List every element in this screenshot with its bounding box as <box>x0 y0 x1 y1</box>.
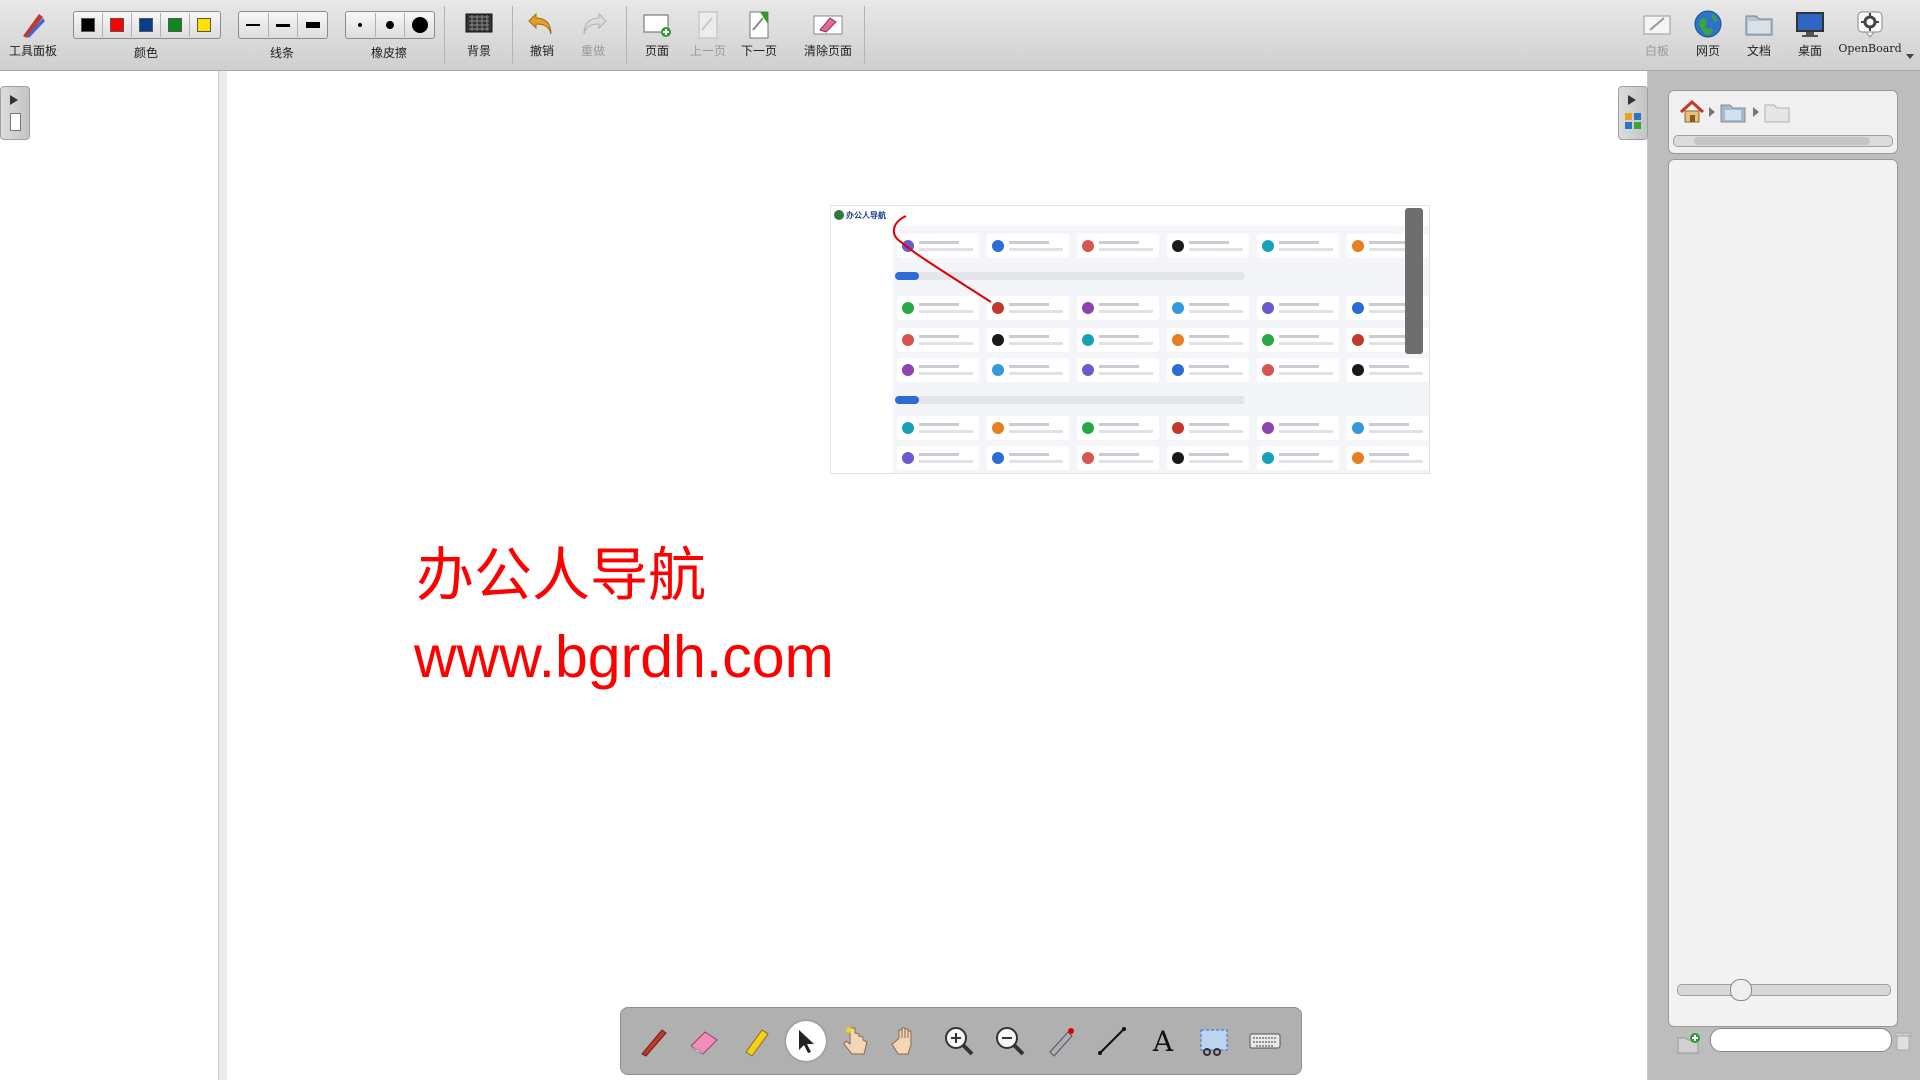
red-annotation-stroke <box>892 215 992 303</box>
redo-arrow-icon <box>577 8 609 40</box>
text-icon: A <box>1152 1024 1174 1058</box>
color-red-button[interactable] <box>103 13 132 37</box>
left-panel-toggle[interactable] <box>0 86 30 140</box>
cursor-arrow-icon <box>799 1030 814 1053</box>
laser-pointer-button[interactable] <box>1041 1021 1081 1061</box>
left-library-panel <box>0 71 219 1080</box>
eraser-large-button[interactable] <box>405 13 434 37</box>
screenshot-floating-toolbar <box>1405 208 1423 354</box>
trash-icon[interactable] <box>1893 1030 1913 1052</box>
laser-pointer-icon <box>1049 1028 1074 1057</box>
library-navigation <box>1668 90 1898 154</box>
web-mode-button[interactable]: 网页 <box>1684 0 1732 70</box>
whiteboard-mode-button[interactable]: 白板 <box>1633 0 1681 70</box>
breadcrumb-arrow-icon <box>1753 107 1759 117</box>
line-width-group <box>238 11 328 39</box>
whiteboard-icon <box>1641 8 1673 40</box>
stylus-palette: A <box>620 1007 1302 1075</box>
previous-page-button[interactable]: 上一页 <box>684 0 732 70</box>
add-folder-icon[interactable] <box>1676 1032 1700 1056</box>
embedded-website-screenshot[interactable]: 办公人导航 <box>830 205 1430 474</box>
library-search-input[interactable] <box>1710 1028 1892 1052</box>
line-tool-button[interactable] <box>1092 1021 1132 1061</box>
settings-gear-icon <box>1854 8 1886 40</box>
hand-icon <box>891 1027 912 1055</box>
next-page-icon <box>743 8 775 40</box>
eraser-tool-button[interactable] <box>684 1021 724 1061</box>
folder-icon <box>1743 8 1775 40</box>
expand-arrow-icon <box>1628 95 1636 105</box>
line-icon <box>1098 1027 1126 1055</box>
previous-page-icon <box>692 8 724 40</box>
empty-folder-icon[interactable] <box>1763 99 1791 125</box>
monitor-icon <box>1794 8 1826 40</box>
line-thick-button[interactable] <box>298 13 327 37</box>
breadcrumb-scrollbar[interactable] <box>1673 135 1893 147</box>
pen-tools-icon <box>17 8 49 40</box>
zoom-out-icon <box>996 1027 1025 1056</box>
zoom-in-button[interactable] <box>939 1021 979 1061</box>
right-panel-toggle[interactable] <box>1618 86 1648 140</box>
next-page-button[interactable]: 下一页 <box>735 0 783 70</box>
library-grid-icon <box>1625 113 1641 129</box>
globe-icon <box>1692 8 1724 40</box>
clear-page-button[interactable]: 清除页面 <box>797 0 859 70</box>
right-library-panel <box>1648 71 1920 1080</box>
marker-tool-button[interactable] <box>735 1021 775 1061</box>
eraser-icon <box>690 1031 718 1055</box>
keyboard-icon <box>1249 1033 1281 1049</box>
expand-arrow-icon <box>10 95 18 105</box>
background-button[interactable]: 背景 <box>455 0 503 70</box>
thumbnail-size-slider[interactable] <box>1677 979 1891 1001</box>
new-page-button[interactable]: 页面 <box>633 0 681 70</box>
page-thumbnails-icon <box>10 113 21 131</box>
capture-tool-button[interactable] <box>1194 1021 1234 1061</box>
add-page-icon <box>641 8 673 40</box>
color-yellow-button[interactable] <box>190 13 218 37</box>
selector-tool-button[interactable] <box>786 1021 826 1061</box>
line-thin-button[interactable] <box>239 13 269 37</box>
main-toolbar: 工具面板 颜色 线条 橡皮擦 背景 撤销 重做 页面 上一页 下一页 清除页面 … <box>0 0 1920 71</box>
home-icon[interactable] <box>1679 99 1705 125</box>
tool-panel-button[interactable]: 工具面板 <box>4 0 62 70</box>
color-picker-group <box>73 11 221 39</box>
color-blue-button[interactable] <box>132 13 161 37</box>
openboard-menu-button[interactable]: OpenBoard <box>1836 0 1904 70</box>
pen-tool-button[interactable] <box>633 1021 673 1061</box>
capture-scissors-icon <box>1200 1029 1228 1056</box>
color-black-button[interactable] <box>74 13 103 37</box>
background-grid-icon <box>463 8 495 40</box>
pointing-hand-icon <box>843 1027 868 1055</box>
left-panel-splitter[interactable] <box>219 71 227 1080</box>
board-url-text[interactable]: www.bgrdh.com <box>414 622 834 692</box>
desktop-mode-button[interactable]: 桌面 <box>1786 0 1834 70</box>
hand-tool-button[interactable] <box>888 1021 928 1061</box>
documents-mode-button[interactable]: 文档 <box>1735 0 1783 70</box>
text-tool-button[interactable]: A <box>1143 1021 1183 1061</box>
interact-tool-button[interactable] <box>837 1021 877 1061</box>
virtual-keyboard-button[interactable] <box>1245 1021 1285 1061</box>
eraser-small-button[interactable] <box>346 13 376 37</box>
zoom-out-button[interactable] <box>990 1021 1030 1061</box>
color-green-button[interactable] <box>161 13 190 37</box>
eraser-size-group <box>345 11 435 39</box>
clear-page-icon <box>812 8 844 40</box>
line-medium-button[interactable] <box>269 13 299 37</box>
undo-arrow-icon <box>526 8 558 40</box>
redo-button[interactable]: 重做 <box>569 0 617 70</box>
library-folder-icon[interactable] <box>1719 99 1747 125</box>
board-title-text[interactable]: 办公人导航 <box>416 540 706 610</box>
undo-button[interactable]: 撤销 <box>518 0 566 70</box>
openboard-dropdown-chevron-icon[interactable] <box>1906 54 1914 59</box>
eraser-medium-button[interactable] <box>376 13 406 37</box>
zoom-in-icon <box>945 1027 974 1056</box>
slider-knob[interactable] <box>1730 979 1752 1001</box>
breadcrumb-arrow-icon <box>1709 107 1715 117</box>
library-content-area[interactable] <box>1668 159 1898 1027</box>
pen-icon <box>641 1029 667 1057</box>
marker-icon <box>745 1029 769 1057</box>
